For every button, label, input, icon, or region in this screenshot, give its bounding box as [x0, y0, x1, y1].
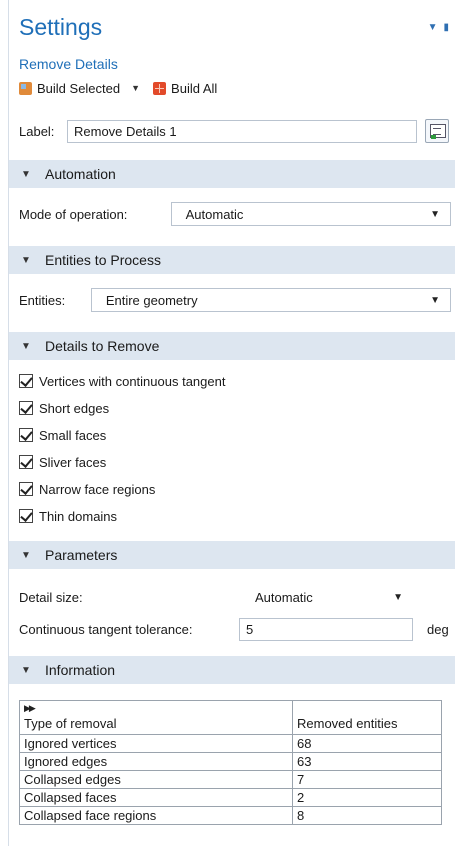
tolerance-label: Continuous tangent tolerance: [19, 622, 193, 637]
tolerance-row: Continuous tangent tolerance: deg [19, 618, 455, 641]
node-subtitle: Remove Details [19, 56, 118, 72]
tolerance-unit: deg [427, 622, 449, 637]
checkbox-checked-icon[interactable] [19, 509, 33, 523]
checkbox-checked-icon[interactable] [19, 374, 33, 388]
checkbox-label: Vertices with continuous tangent [39, 373, 226, 389]
collapse-triangle-icon: ▼ [21, 549, 31, 561]
checkbox-small-faces[interactable]: Small faces [19, 425, 106, 445]
checkbox-checked-icon[interactable] [19, 401, 33, 415]
checkbox-sliver-faces[interactable]: Sliver faces [19, 452, 106, 472]
checkbox-label: Thin domains [39, 508, 118, 524]
detail-size-label: Detail size: [19, 589, 83, 605]
checkbox-label: Small faces [39, 427, 107, 443]
tolerance-input[interactable] [239, 618, 413, 641]
collapse-triangle-icon: ▼ [21, 664, 31, 676]
table-cell: 2 [292, 788, 442, 807]
table-row: Ignored edges 63 [19, 752, 442, 771]
column-header-label: Removed entities [297, 716, 398, 731]
build-all-icon [153, 81, 167, 95]
table-cell: Ignored edges [19, 752, 293, 771]
detail-size-row: Detail size: Automatic ▼ [19, 585, 413, 609]
checkbox-label: Short edges [39, 400, 110, 416]
section-parameters-label: Parameters [45, 547, 118, 563]
mode-label: Mode of operation: [19, 206, 128, 222]
toolbar: Build Selected ▼ Build All [19, 78, 217, 98]
label-field[interactable] [67, 119, 417, 143]
section-parameters[interactable]: ▼ Parameters [9, 541, 455, 569]
page-title: Settings [19, 14, 103, 40]
section-information[interactable]: ▼ Information [9, 656, 455, 684]
mode-select-value: Automatic [185, 206, 244, 222]
comment-button[interactable] [425, 119, 449, 143]
pin-icon[interactable]: ▮ [443, 22, 449, 33]
table-cell: 68 [292, 734, 442, 753]
chevron-down-icon: ▼ [393, 591, 403, 603]
entities-label: Entities: [19, 292, 66, 308]
window-controls: ▼ ▮ [428, 22, 449, 33]
detail-size-value: Automatic [255, 589, 313, 605]
section-automation[interactable]: ▼ Automation [9, 160, 455, 188]
section-entities[interactable]: ▼ Entities to Process [9, 246, 455, 274]
section-automation-label: Automation [45, 166, 116, 182]
build-all-label: Build All [171, 80, 218, 96]
checkbox-checked-icon[interactable] [19, 428, 33, 442]
checkbox-label: Sliver faces [39, 454, 107, 470]
mode-select[interactable]: Automatic ▼ [170, 202, 451, 226]
build-selected-label: Build Selected [37, 80, 121, 96]
table-cell: 7 [292, 770, 442, 789]
entities-row: Entities: Entire geometry ▼ [19, 288, 451, 312]
table-row: Collapsed face regions 8 [19, 806, 442, 825]
chevron-down-icon[interactable]: ▼ [131, 83, 140, 93]
table-header-row: ▶▶ Type of removal Removed entities [19, 700, 442, 735]
table-cell: Collapsed edges [19, 770, 293, 789]
mode-row: Mode of operation: Automatic ▼ [19, 202, 451, 226]
checkbox-checked-icon[interactable] [19, 482, 33, 496]
panel-menu-icon[interactable]: ▼ [428, 22, 438, 33]
label-caption: Label: [19, 123, 55, 139]
table-row: Ignored vertices 68 [19, 734, 442, 753]
column-header-label: Type of removal [24, 716, 117, 731]
table-row: Collapsed faces 2 [19, 788, 442, 807]
entities-select[interactable]: Entire geometry ▼ [90, 288, 451, 312]
chevron-down-icon: ▼ [430, 208, 440, 220]
entities-select-value: Entire geometry [105, 292, 198, 308]
checkbox-vertices[interactable]: Vertices with continuous tangent [19, 371, 225, 391]
table-cell: Collapsed faces [19, 788, 293, 807]
collapse-triangle-icon: ▼ [21, 340, 31, 352]
checkbox-thin-domains[interactable]: Thin domains [19, 506, 117, 526]
section-information-label: Information [45, 662, 116, 678]
section-details-label: Details to Remove [45, 338, 160, 354]
detail-size-select[interactable]: Automatic ▼ [239, 585, 413, 609]
section-details[interactable]: ▼ Details to Remove [9, 332, 455, 360]
table-cell: Ignored vertices [19, 734, 293, 753]
checkbox-short-edges[interactable]: Short edges [19, 398, 109, 418]
collapse-triangle-icon: ▼ [21, 168, 31, 180]
section-entities-label: Entities to Process [45, 252, 161, 268]
build-selected-icon [19, 81, 32, 95]
column-header[interactable]: ▶▶ Type of removal [19, 700, 293, 735]
table-row: Collapsed edges 7 [19, 770, 442, 789]
checkbox-label: Narrow face regions [39, 481, 156, 497]
build-all-button[interactable]: Build All [153, 81, 217, 96]
collapse-triangle-icon: ▼ [21, 254, 31, 266]
checkbox-checked-icon[interactable] [19, 455, 33, 469]
fast-forward-icon[interactable]: ▶▶ [24, 703, 36, 714]
column-header[interactable]: Removed entities [292, 700, 442, 735]
table-cell: 63 [292, 752, 442, 771]
label-row: Label: [19, 118, 451, 144]
checkbox-narrow-face-regions[interactable]: Narrow face regions [19, 479, 155, 499]
table-cell: 8 [292, 806, 442, 825]
chevron-down-icon: ▼ [430, 294, 440, 306]
information-table: ▶▶ Type of removal Removed entities Igno… [19, 700, 442, 825]
build-selected-button[interactable]: Build Selected ▼ [19, 81, 140, 96]
settings-panel: Settings ▼ ▮ Remove Details Build Select… [8, 0, 455, 846]
table-cell: Collapsed face regions [19, 806, 293, 825]
